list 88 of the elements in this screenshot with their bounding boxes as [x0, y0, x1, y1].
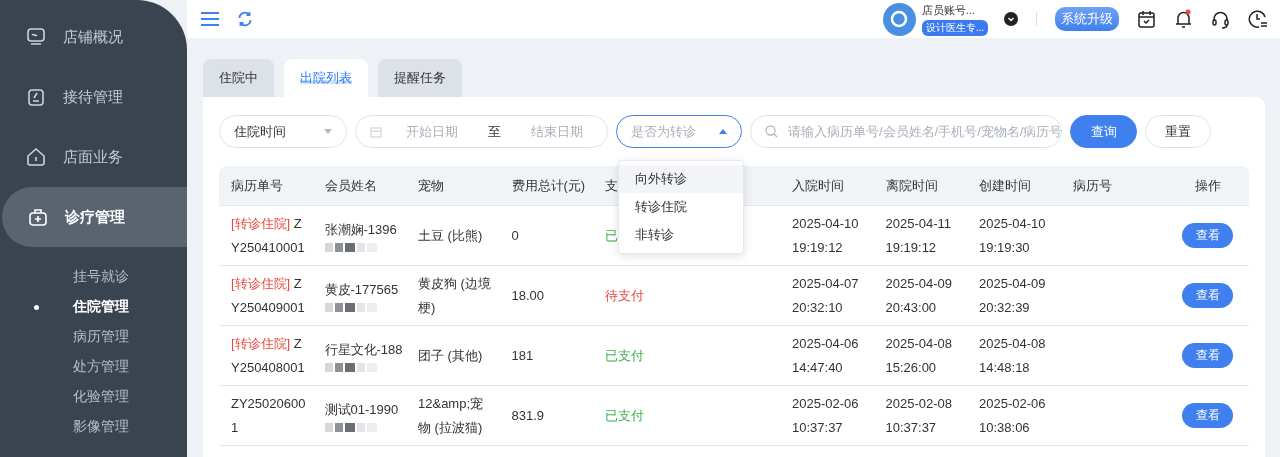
- table-cell-text: 12&amp;宠物 (拉波猫): [417, 394, 485, 437]
- table-cell-text: 2025-04-08 14:48:18: [978, 334, 1047, 377]
- calendar-icon: [370, 125, 382, 138]
- table-cell-text: 2025-02-06 10:38:06: [978, 394, 1047, 437]
- table-cell-text: 2025-04-08 15:26:00: [884, 334, 953, 377]
- account-name: 店员账号...: [921, 2, 976, 18]
- table-cell-text: 2025-04-10 19:19:12: [791, 214, 860, 257]
- house-icon: [26, 147, 46, 167]
- column-header: 病历号: [1071, 176, 1113, 195]
- sidebar-subitem[interactable]: 影像管理: [0, 412, 187, 442]
- column-header: 支: [605, 176, 618, 195]
- sidebar-subitem[interactable]: 处方管理: [0, 352, 187, 382]
- redacted-text-drawing: [324, 361, 379, 374]
- column-header: 宠物: [417, 176, 445, 195]
- payment-status: 待支付: [605, 286, 644, 305]
- table-cell-text: 831.9: [510, 406, 546, 425]
- column-header: 会员姓名: [323, 176, 378, 195]
- dropdown-option[interactable]: 转诊住院: [619, 193, 743, 221]
- sidebar-item[interactable]: 诊疗管理: [2, 187, 187, 247]
- column-header: 病历单号: [230, 176, 284, 195]
- active-dot-icon: [34, 305, 39, 310]
- table-cell-text: 测试01-1990: [324, 400, 400, 419]
- table-cell-text: 行星文化-188: [324, 340, 404, 359]
- medical-kit-icon: [28, 207, 48, 227]
- payment-status: 已支付: [605, 346, 644, 365]
- table-cell-text: 黄皮狗 (边境梗): [417, 274, 492, 317]
- sidebar-subitem[interactable]: 住院管理: [0, 292, 187, 322]
- payment-status: 已支付: [605, 406, 644, 425]
- column-header: 创建时间: [978, 176, 1032, 195]
- column-header: 操作: [1193, 176, 1222, 195]
- refresh-icon[interactable]: [237, 11, 253, 27]
- table-cell-text: 团子 (其他): [417, 346, 484, 365]
- view-button[interactable]: 查看: [1182, 403, 1233, 428]
- table-cell-text: [转诊住院] ZY250409001: [230, 274, 306, 317]
- table-cell-text: [转诊住院] ZY250410001: [230, 214, 306, 257]
- upgrade-button[interactable]: 系统升级: [1055, 7, 1119, 31]
- redacted-text-drawing: [324, 421, 379, 434]
- table-cell-text: 2025-04-09 20:32:39: [978, 274, 1047, 317]
- headset-icon[interactable]: [1211, 9, 1230, 29]
- sidebar-subitem[interactable]: 挂号就诊: [0, 262, 187, 292]
- column-header: 离院时间: [884, 176, 939, 195]
- clipboard-icon: [26, 87, 46, 107]
- role-badge: 设计医生专...: [921, 19, 988, 36]
- menu-icon[interactable]: [201, 12, 219, 26]
- tab[interactable]: 出院列表: [284, 59, 368, 97]
- column-header: 入院时间: [791, 176, 845, 195]
- table-cell-text: 0: [510, 226, 520, 245]
- redacted-text-drawing: [324, 301, 379, 314]
- table-cell-text: 2025-02-06 10:37:37: [791, 394, 860, 437]
- dropdown-option[interactable]: 向外转诊: [619, 165, 743, 193]
- tab[interactable]: 住院中: [203, 59, 274, 97]
- reset-button[interactable]: 重置: [1145, 115, 1211, 148]
- redacted-text-drawing: [324, 241, 379, 254]
- column-header: 费用总计(元): [510, 176, 587, 195]
- table-cell-text: 181: [510, 346, 535, 365]
- table-cell-text: 18.00: [510, 286, 546, 305]
- table-cell-text: ZY250206001: [230, 394, 307, 437]
- bell-icon[interactable]: [1174, 9, 1193, 29]
- view-button[interactable]: 查看: [1182, 343, 1233, 368]
- sidebar-item[interactable]: 接待管理: [0, 67, 187, 127]
- payment-status: 已: [605, 226, 618, 245]
- dropdown-option[interactable]: 非转诊: [619, 221, 743, 249]
- search-icon: [765, 125, 778, 138]
- sidebar-subitem[interactable]: 病历管理: [0, 322, 187, 352]
- table-cell-text: 2025-04-06 14:47:40: [791, 334, 860, 377]
- sidebar-item[interactable]: 店面业务: [0, 127, 187, 187]
- view-button[interactable]: 查看: [1182, 223, 1233, 248]
- calendar-icon[interactable]: [1137, 9, 1156, 29]
- query-button[interactable]: 查询: [1070, 115, 1137, 148]
- table-cell-text: 2025-04-10 19:19:30: [978, 214, 1047, 257]
- table-cell-text: 2025-04-09 20:43:00: [884, 274, 953, 317]
- table-cell-text: 黄皮-177565: [324, 280, 400, 299]
- table-cell-text: 2025-04-11 19:19:12: [884, 214, 953, 257]
- avatar-icon[interactable]: [882, 2, 916, 36]
- caret-down-icon: [324, 129, 332, 134]
- view-button[interactable]: 查看: [1182, 283, 1233, 308]
- table-cell-text: 2025-04-07 20:32:10: [791, 274, 860, 317]
- tab[interactable]: 提醒任务: [378, 59, 462, 97]
- table-cell-text: [转诊住院] ZY250408001: [230, 334, 306, 377]
- sidebar-subitem[interactable]: 化验管理: [0, 382, 187, 412]
- caret-up-icon: [719, 129, 727, 134]
- table-cell-text: 2025-02-08 10:37:37: [884, 394, 953, 437]
- chevron-down-icon[interactable]: [1004, 12, 1018, 26]
- sidebar-item[interactable]: 店铺概况: [0, 7, 187, 67]
- clock-icon[interactable]: [1248, 9, 1268, 29]
- table-cell-text: 土豆 (比熊): [417, 226, 484, 245]
- monitor-icon: [26, 27, 46, 47]
- table-cell-text: 张潮娴-1396: [324, 220, 398, 239]
